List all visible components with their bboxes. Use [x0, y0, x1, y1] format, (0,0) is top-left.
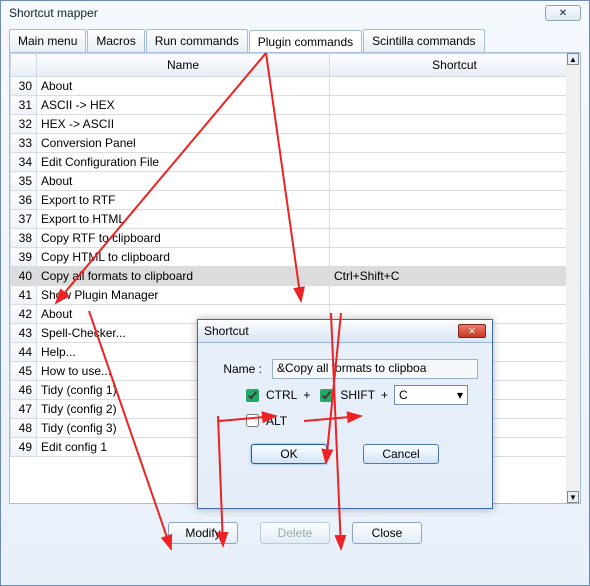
tab-scintilla-commands[interactable]: Scintilla commands: [363, 29, 484, 52]
row-number: 38: [11, 229, 37, 248]
cell-name: ASCII -> HEX: [37, 96, 330, 115]
ok-button[interactable]: OK: [251, 444, 327, 464]
table-row[interactable]: 37Export to HTML: [11, 210, 580, 229]
cell-shortcut: [330, 134, 580, 153]
close-button[interactable]: Close: [352, 522, 422, 544]
alt-checkbox-input[interactable]: [246, 414, 259, 427]
cell-name: About: [37, 172, 330, 191]
cell-shortcut: [330, 248, 580, 267]
table-row[interactable]: 40Copy all formats to clipboardCtrl+Shif…: [11, 267, 580, 286]
chevron-down-icon: ▾: [457, 388, 463, 402]
cell-shortcut: [330, 153, 580, 172]
row-number: 47: [11, 400, 37, 419]
table-row[interactable]: 33Conversion Panel: [11, 134, 580, 153]
table-row[interactable]: 34Edit Configuration File: [11, 153, 580, 172]
table-row[interactable]: 39Copy HTML to clipboard: [11, 248, 580, 267]
row-number: 37: [11, 210, 37, 229]
table-row[interactable]: 31ASCII -> HEX: [11, 96, 580, 115]
table-row[interactable]: 32HEX -> ASCII: [11, 115, 580, 134]
tab-main-menu[interactable]: Main menu: [9, 29, 86, 52]
cell-shortcut: [330, 96, 580, 115]
table-row[interactable]: 30About: [11, 77, 580, 96]
dialog-button-row: Modify Delete Close: [9, 522, 581, 544]
row-number: 39: [11, 248, 37, 267]
row-number: 30: [11, 77, 37, 96]
shortcut-mapper-window: Shortcut mapper ✕ Main menuMacrosRun com…: [0, 0, 590, 586]
vertical-scrollbar[interactable]: ▲ ▼: [566, 53, 580, 503]
cell-shortcut: [330, 229, 580, 248]
table-row[interactable]: 38Copy RTF to clipboard: [11, 229, 580, 248]
row-number: 46: [11, 381, 37, 400]
row-number: 41: [11, 286, 37, 305]
column-header-shortcut[interactable]: Shortcut: [330, 54, 580, 77]
shortcut-dialog: Shortcut ✕ Name : &Copy all formats to c…: [197, 319, 493, 509]
modify-button[interactable]: Modify: [168, 522, 238, 544]
shift-checkbox-input[interactable]: [320, 389, 333, 402]
row-number: 49: [11, 438, 37, 457]
key-dropdown[interactable]: C ▾: [394, 385, 468, 405]
table-row[interactable]: 41Show Plugin Manager: [11, 286, 580, 305]
cell-name: Copy RTF to clipboard: [37, 229, 330, 248]
cell-name: Conversion Panel: [37, 134, 330, 153]
shortcut-dialog-title: Shortcut: [204, 324, 249, 338]
cell-shortcut: [330, 191, 580, 210]
ctrl-checkbox-input[interactable]: [246, 389, 259, 402]
window-close-button[interactable]: ✕: [545, 5, 581, 21]
shift-checkbox[interactable]: SHIFT: [316, 386, 375, 405]
tab-plugin-commands[interactable]: Plugin commands: [249, 30, 362, 53]
tab-macros[interactable]: Macros: [87, 29, 144, 52]
window-title: Shortcut mapper: [9, 6, 98, 20]
column-header-name[interactable]: Name: [37, 54, 330, 77]
cell-name: Show Plugin Manager: [37, 286, 330, 305]
row-number: 42: [11, 305, 37, 324]
name-input[interactable]: &Copy all formats to clipboa: [272, 359, 478, 379]
table-row[interactable]: 36Export to RTF: [11, 191, 580, 210]
shortcut-dialog-titlebar[interactable]: Shortcut ✕: [198, 320, 492, 343]
table-row[interactable]: 35About: [11, 172, 580, 191]
tab-run-commands[interactable]: Run commands: [146, 29, 248, 52]
cell-shortcut: [330, 210, 580, 229]
row-number: 32: [11, 115, 37, 134]
tabstrip: Main menuMacrosRun commandsPlugin comman…: [9, 29, 581, 52]
cell-name: Export to HTML: [37, 210, 330, 229]
titlebar: Shortcut mapper ✕: [1, 1, 589, 25]
row-number: 36: [11, 191, 37, 210]
cell-name: HEX -> ASCII: [37, 115, 330, 134]
cell-name: Copy HTML to clipboard: [37, 248, 330, 267]
row-number: 43: [11, 324, 37, 343]
cell-shortcut: [330, 286, 580, 305]
name-label: Name :: [212, 362, 262, 376]
cell-shortcut: [330, 172, 580, 191]
ctrl-checkbox[interactable]: CTRL: [242, 386, 297, 405]
cancel-button[interactable]: Cancel: [363, 444, 439, 464]
shortcut-dialog-body: Name : &Copy all formats to clipboa CTRL…: [198, 343, 492, 470]
cell-name: About: [37, 77, 330, 96]
cell-shortcut: Ctrl+Shift+C: [330, 267, 580, 286]
scroll-up-button[interactable]: ▲: [567, 53, 579, 65]
row-number: 48: [11, 419, 37, 438]
delete-button: Delete: [260, 522, 330, 544]
row-number: 35: [11, 172, 37, 191]
row-number: 31: [11, 96, 37, 115]
cell-name: Edit Configuration File: [37, 153, 330, 172]
cell-name: Export to RTF: [37, 191, 330, 210]
shortcut-dialog-close-button[interactable]: ✕: [458, 324, 486, 338]
cell-name: Copy all formats to clipboard: [37, 267, 330, 286]
scroll-down-button[interactable]: ▼: [567, 491, 579, 503]
row-number: 33: [11, 134, 37, 153]
cell-shortcut: [330, 77, 580, 96]
alt-checkbox[interactable]: ALT: [242, 411, 287, 430]
row-number: 44: [11, 343, 37, 362]
cell-shortcut: [330, 115, 580, 134]
row-number: 40: [11, 267, 37, 286]
key-dropdown-value: C: [399, 388, 408, 402]
row-number: 34: [11, 153, 37, 172]
row-number: 45: [11, 362, 37, 381]
